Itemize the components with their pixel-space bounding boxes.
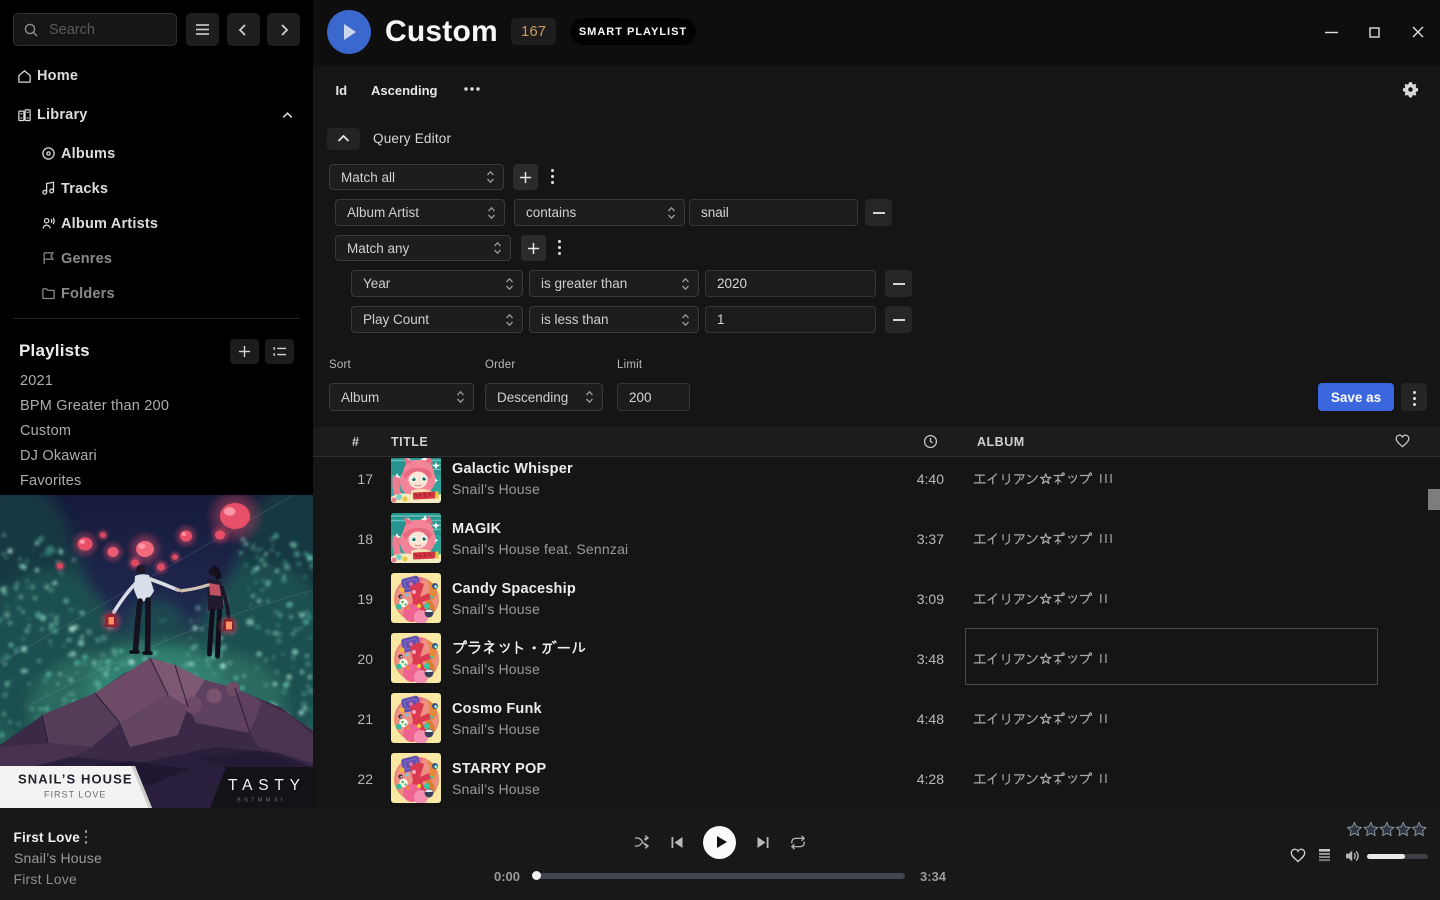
- svg-text:BSTMMXI: BSTMMXI: [237, 798, 286, 804]
- svg-text:TASTY: TASTY: [228, 777, 306, 794]
- svg-text:SNAIL’S HOUSE: SNAIL’S HOUSE: [18, 772, 133, 787]
- svg-text:FIRST LOVE: FIRST LOVE: [44, 790, 106, 800]
